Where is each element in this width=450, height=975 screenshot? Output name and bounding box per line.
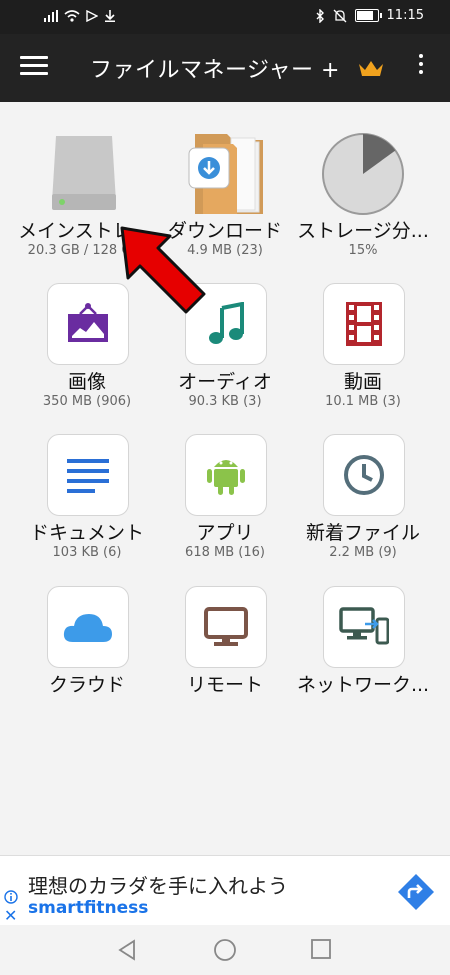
home-icon[interactable] bbox=[212, 937, 238, 963]
ad-info-icon[interactable] bbox=[4, 890, 18, 904]
item-subtitle: 15% bbox=[348, 243, 378, 258]
status-icons-left bbox=[44, 10, 116, 22]
status-icons-right: 11:15 bbox=[315, 8, 424, 23]
item-label: アプリ bbox=[196, 522, 254, 544]
grid-item-apps[interactable]: アプリ 618 MB (16) bbox=[155, 434, 295, 574]
grid-item-remote[interactable]: リモート bbox=[155, 586, 295, 726]
grid-item-network[interactable]: ネットワーク... bbox=[293, 586, 433, 726]
bluetooth-icon bbox=[316, 8, 324, 23]
mute-bell-icon bbox=[333, 9, 346, 22]
item-label: 新着ファイル bbox=[305, 522, 420, 544]
download-folder-icon bbox=[175, 132, 275, 216]
wifi-icon bbox=[64, 10, 80, 22]
item-label: クラウド bbox=[48, 674, 125, 696]
recent-apps-icon[interactable] bbox=[310, 938, 332, 960]
drive-icon bbox=[34, 132, 134, 216]
item-label: ネットワーク... bbox=[296, 674, 430, 696]
app-bar: ファイルマネージャー + bbox=[0, 34, 450, 102]
item-label: ストレージ分... bbox=[297, 220, 429, 242]
monitor-icon bbox=[185, 586, 267, 668]
cloud-icon bbox=[47, 586, 129, 668]
ad-brand[interactable]: smartfitness bbox=[28, 898, 148, 918]
more-options-icon[interactable] bbox=[414, 54, 428, 82]
item-subtitle: 10.1 MB (3) bbox=[325, 394, 401, 409]
document-icon bbox=[47, 434, 129, 516]
app-title: ファイルマネージャー + bbox=[90, 58, 340, 83]
ad-title[interactable]: 理想のカラダを手に入れよう bbox=[28, 870, 288, 899]
red-arrow-annotation bbox=[120, 226, 206, 314]
item-label: オーディオ bbox=[178, 371, 272, 393]
grid-item-documents[interactable]: ドキュメント 103 KB (6) bbox=[17, 434, 157, 574]
item-label: 動画 bbox=[343, 371, 382, 393]
grid-item-recent-files[interactable]: 新着ファイル 2.2 MB (9) bbox=[293, 434, 433, 574]
grid-item-storage-analysis[interactable]: ストレージ分... 15% bbox=[293, 132, 433, 272]
android-icon bbox=[185, 434, 267, 516]
item-label: ドキュメント bbox=[29, 522, 144, 544]
network-devices-icon bbox=[323, 586, 405, 668]
battery-icon bbox=[354, 9, 382, 22]
grid-item-cloud[interactable]: クラウド bbox=[17, 586, 157, 726]
item-label: 画像 bbox=[67, 371, 106, 393]
pie-chart-icon bbox=[313, 132, 413, 216]
item-subtitle: 2.2 MB (9) bbox=[329, 545, 397, 560]
item-subtitle: 103 KB (6) bbox=[52, 545, 122, 560]
system-nav-bar bbox=[0, 925, 450, 975]
hamburger-menu-icon[interactable] bbox=[20, 56, 48, 80]
ad-close-icon[interactable]: ✕ bbox=[4, 906, 17, 925]
crown-icon[interactable] bbox=[356, 56, 386, 80]
grid-item-video[interactable]: 動画 10.1 MB (3) bbox=[293, 283, 433, 423]
status-bar: 11:15 bbox=[0, 0, 450, 34]
signal-icon bbox=[44, 10, 58, 22]
directions-icon[interactable] bbox=[396, 872, 436, 912]
status-time: 11:15 bbox=[386, 8, 424, 23]
film-icon bbox=[323, 283, 405, 365]
item-subtitle: 350 MB (906) bbox=[42, 394, 132, 409]
item-subtitle: 618 MB (16) bbox=[185, 545, 265, 560]
download-status-icon bbox=[105, 10, 115, 22]
item-label: リモート bbox=[186, 674, 263, 696]
clock-icon bbox=[323, 434, 405, 516]
play-store-icon bbox=[86, 10, 98, 22]
ad-banner[interactable]: ✕ 理想のカラダを手に入れよう smartfitness bbox=[0, 855, 450, 926]
back-icon[interactable] bbox=[116, 939, 138, 961]
item-subtitle: 90.3 KB (3) bbox=[188, 394, 262, 409]
